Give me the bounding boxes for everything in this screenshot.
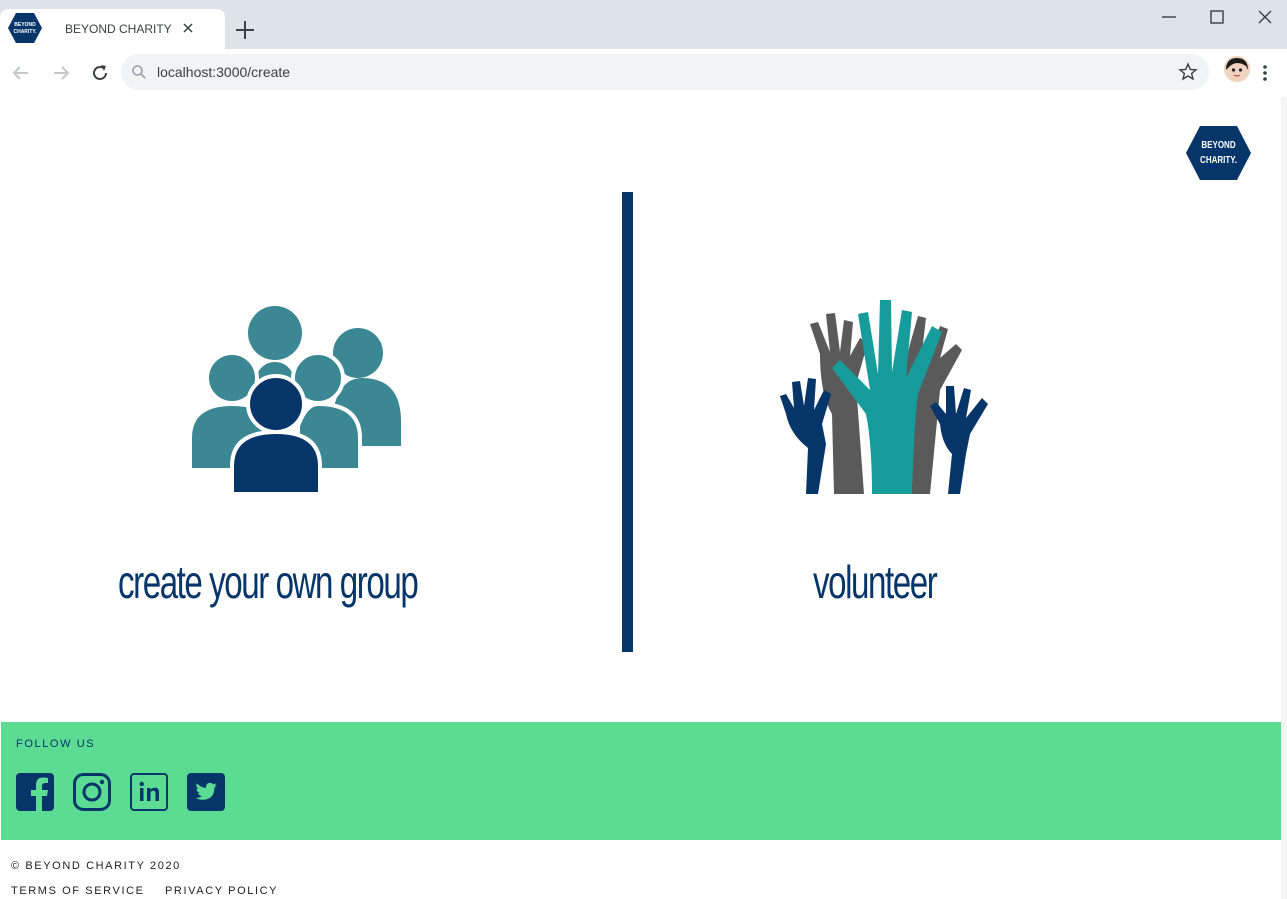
reload-icon[interactable]: [88, 61, 112, 85]
instagram-icon[interactable]: [73, 773, 111, 811]
linkedin-icon[interactable]: [130, 773, 168, 811]
copyright-text: © BEYOND CHARITY 2020: [11, 860, 181, 872]
new-tab-icon[interactable]: [233, 18, 257, 42]
favicon-line1: BEYOND: [14, 22, 36, 28]
address-bar[interactable]: localhost:3000/create: [121, 54, 1209, 90]
tab-title: BEYOND CHARITY: [65, 22, 172, 36]
profile-avatar[interactable]: [1224, 56, 1250, 82]
close-icon[interactable]: [180, 20, 196, 36]
vertical-divider: [622, 192, 633, 652]
footer: FOLLOW US: [1, 722, 1281, 840]
star-icon[interactable]: [1178, 62, 1198, 82]
twitter-icon[interactable]: [187, 773, 225, 811]
window-close-icon[interactable]: [1254, 8, 1276, 26]
back-icon[interactable]: [9, 61, 33, 85]
terms-of-service-link[interactable]: TERMS OF SERVICE: [11, 885, 145, 897]
create-group-label[interactable]: create your own group: [118, 555, 419, 609]
maximize-icon[interactable]: [1206, 8, 1228, 26]
logo-line1: BEYOND: [1201, 140, 1236, 151]
avatar-face-icon: [1224, 56, 1250, 82]
forward-icon[interactable]: [49, 61, 73, 85]
browser-tab[interactable]: BEYOND CHARITY. BEYOND CHARITY: [0, 9, 225, 49]
menu-icon[interactable]: [1257, 63, 1273, 83]
browser-toolbar: localhost:3000/create: [0, 49, 1287, 97]
privacy-policy-link[interactable]: PRIVACY POLICY: [165, 885, 278, 897]
favicon-line2: CHARITY.: [13, 29, 37, 35]
raised-hands-icon: [780, 300, 988, 494]
url-text: localhost:3000/create: [157, 64, 291, 80]
site-logo[interactable]: BEYOND CHARITY.: [1186, 126, 1251, 180]
minimize-icon[interactable]: [1158, 8, 1180, 26]
follow-us-label: FOLLOW US: [16, 738, 96, 750]
group-people-icon: [190, 306, 402, 496]
logo-line2: CHARITY.: [1200, 155, 1237, 166]
favicon-logo-icon: BEYOND CHARITY.: [8, 13, 42, 43]
page-scrollbar[interactable]: [1281, 97, 1287, 899]
browser-tab-bar: BEYOND CHARITY. BEYOND CHARITY: [0, 0, 1287, 49]
volunteer-option[interactable]: volunteer: [760, 290, 1020, 630]
create-group-option[interactable]: create your own group: [110, 290, 510, 630]
volunteer-label[interactable]: volunteer: [813, 555, 938, 609]
logo-text: BEYOND CHARITY.: [1193, 138, 1245, 168]
search-icon: [132, 65, 146, 79]
facebook-icon[interactable]: [16, 773, 54, 811]
